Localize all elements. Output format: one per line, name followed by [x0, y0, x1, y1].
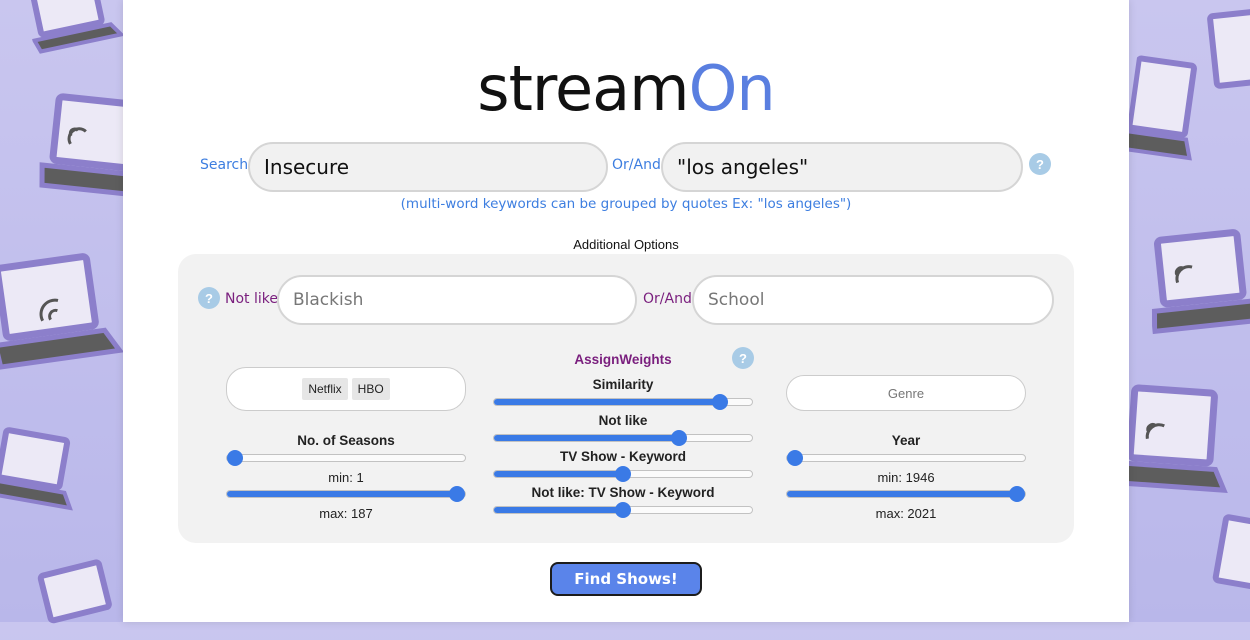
seasons-max-text: max: 187	[319, 506, 373, 521]
logo-text-main: stream	[477, 52, 689, 125]
laptop-wifi-icon	[1120, 381, 1239, 508]
search-input[interactable]: Insecure	[248, 142, 608, 192]
platform-tag[interactable]: HBO	[351, 378, 390, 400]
main-card: streamOn Search Insecure Or/And "los ang…	[123, 0, 1129, 622]
or-and-label: Or/And	[612, 157, 661, 173]
slider-fill	[494, 471, 623, 477]
search-help-icon[interactable]: ?	[1029, 153, 1051, 175]
slider-thumb[interactable]	[1009, 486, 1025, 502]
slider-thumb[interactable]	[227, 450, 243, 466]
year-max-text: max: 2021	[875, 506, 937, 521]
platform-tag[interactable]: Netflix	[302, 378, 348, 400]
laptop-wifi-icon	[1207, 512, 1250, 608]
laptop-wifi-icon	[0, 247, 128, 384]
not-like-or-and-label: Or/And	[643, 291, 692, 307]
seasons-min-slider[interactable]	[226, 450, 466, 466]
app-logo: streamOn	[123, 52, 1129, 125]
weight-slider-tvshow-keyword[interactable]	[493, 466, 753, 482]
seasons-title: No. of Seasons	[297, 433, 395, 448]
weight-slider-similarity[interactable]	[493, 394, 753, 410]
laptop-wifi-icon	[1143, 225, 1250, 346]
not-like-keyword-input[interactable]: School	[692, 275, 1054, 325]
slider-thumb[interactable]	[711, 394, 728, 410]
logo-text-accent: On	[688, 52, 776, 125]
keyword-hint: (multi-word keywords can be grouped by q…	[400, 196, 852, 212]
slider-fill	[494, 399, 720, 405]
assign-weights-title: AssignWeights	[574, 352, 672, 367]
genre-placeholder: Genre	[887, 385, 925, 401]
year-max-slider[interactable]	[786, 486, 1026, 502]
weight-label-not-like: Not like	[598, 413, 648, 428]
slider-thumb[interactable]	[787, 450, 803, 466]
additional-options-title: Additional Options	[573, 237, 679, 252]
genre-select[interactable]: Genre	[786, 375, 1026, 411]
not-like-input[interactable]: Blackish	[277, 275, 637, 325]
weight-label-tvshow-keyword: TV Show - Keyword	[559, 449, 686, 464]
year-min-text: min: 1946	[877, 470, 935, 485]
not-like-label: Not like	[225, 291, 278, 307]
keyword-input[interactable]: "los angeles"	[661, 142, 1023, 192]
slider-thumb[interactable]	[449, 486, 465, 502]
weight-label-similarity: Similarity	[592, 377, 654, 392]
year-title: Year	[891, 433, 921, 448]
weight-slider-not-like[interactable]	[493, 430, 753, 446]
weight-label-not-like-tvshow-keyword: Not like: TV Show - Keyword	[531, 485, 715, 500]
year-min-slider[interactable]	[786, 450, 1026, 466]
weights-help-icon[interactable]: ?	[732, 347, 754, 369]
slider-fill	[494, 435, 679, 441]
search-label: Search	[200, 157, 249, 173]
laptop-wifi-icon	[0, 423, 90, 517]
slider-thumb[interactable]	[670, 430, 687, 446]
laptop-wifi-icon	[1122, 50, 1218, 170]
additional-options-panel: ? Not like Blackish Or/And School Netfli…	[178, 254, 1074, 543]
not-like-help-icon[interactable]: ?	[198, 287, 220, 309]
slider-thumb[interactable]	[615, 502, 631, 518]
find-shows-button[interactable]: Find Shows!	[550, 562, 702, 596]
seasons-max-slider[interactable]	[226, 486, 466, 502]
seasons-min-text: min: 1	[328, 470, 364, 485]
laptop-wifi-icon	[22, 0, 125, 59]
slider-fill	[494, 507, 623, 513]
weight-slider-not-like-tvshow-keyword[interactable]	[493, 502, 753, 518]
slider-thumb[interactable]	[615, 466, 631, 482]
platform-select[interactable]: Netflix HBO	[226, 367, 466, 411]
slider-fill	[227, 491, 457, 497]
slider-fill	[787, 491, 1017, 497]
laptop-wifi-icon	[33, 550, 137, 640]
